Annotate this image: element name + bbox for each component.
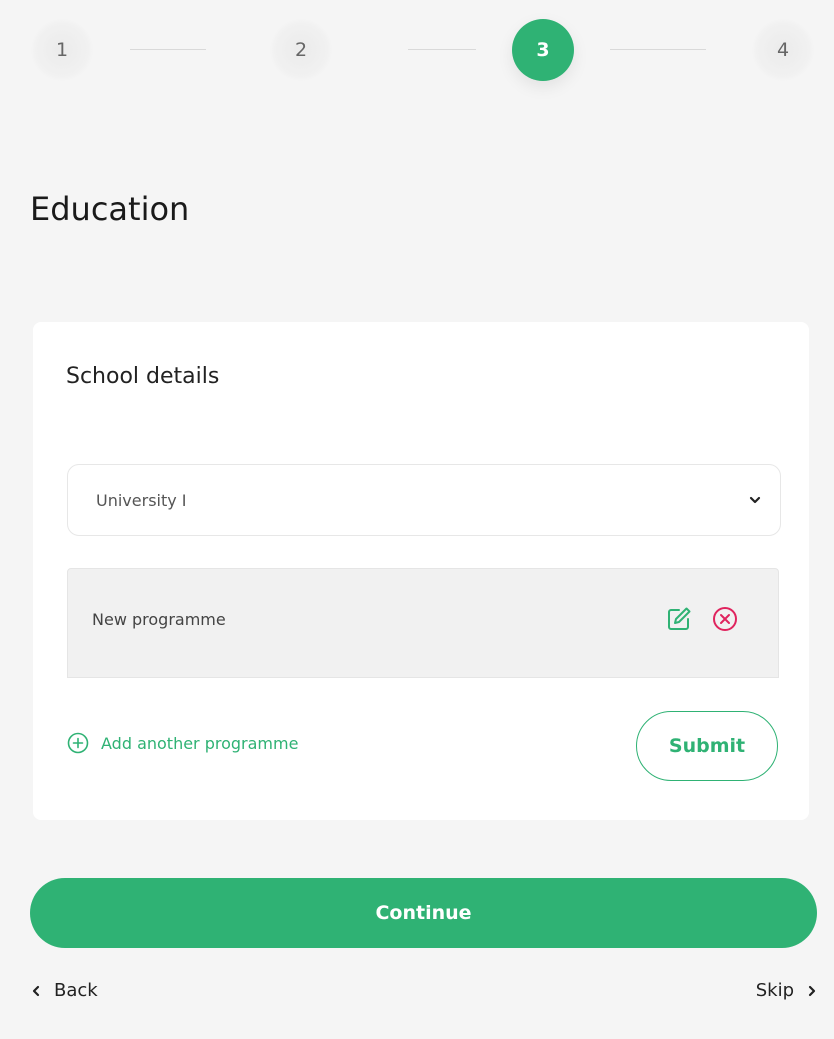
- skip-link[interactable]: Skip: [756, 980, 818, 1001]
- edit-icon[interactable]: [664, 604, 694, 634]
- school-details-card: School details University I New programm…: [33, 322, 809, 820]
- step-connector: [130, 49, 206, 50]
- school-select[interactable]: University I: [67, 464, 781, 536]
- school-select-value: University I: [96, 490, 187, 510]
- step-4[interactable]: 4: [752, 19, 814, 81]
- step-connector: [408, 49, 476, 50]
- programme-row: New programme: [67, 568, 779, 678]
- step-2[interactable]: 2: [270, 19, 332, 81]
- page-title: Education: [30, 190, 190, 228]
- remove-circle-icon[interactable]: [710, 604, 740, 634]
- progress-stepper: 1 2 3 4: [0, 0, 834, 90]
- step-connector: [610, 49, 706, 50]
- card-title: School details: [66, 364, 220, 389]
- chevron-right-icon: [808, 985, 816, 996]
- step-1[interactable]: 1: [31, 19, 93, 81]
- continue-button[interactable]: Continue: [30, 878, 817, 948]
- skip-label: Skip: [755, 980, 794, 1001]
- add-programme-link[interactable]: Add another programme: [67, 732, 298, 754]
- back-link[interactable]: Back: [30, 980, 98, 1001]
- chevron-left-icon: [32, 985, 40, 996]
- submit-button[interactable]: Submit: [636, 711, 778, 781]
- back-label: Back: [54, 980, 98, 1001]
- chevron-down-icon: [749, 496, 761, 504]
- plus-circle-icon: [67, 732, 89, 754]
- programme-actions: [664, 604, 740, 634]
- add-programme-label: Add another programme: [101, 733, 299, 753]
- programme-name: New programme: [92, 609, 226, 629]
- step-3-active[interactable]: 3: [512, 19, 574, 81]
